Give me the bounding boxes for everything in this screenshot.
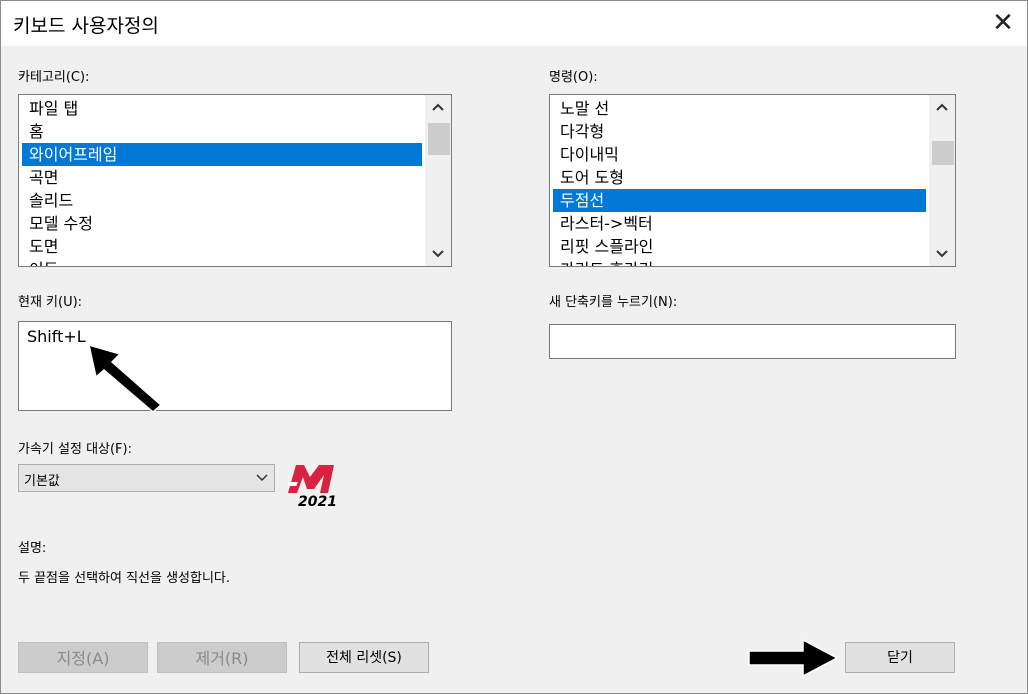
title-bar: 키보드 사용자정의 ✕: [1, 1, 1027, 46]
annotation-arrow-icon: [87, 343, 163, 413]
command-items: 노말 선 다각형 다이내믹 도어 도형 두점선 라스터->벡터 리핏 스플라인 …: [553, 97, 926, 266]
current-key-value: Shift+L: [27, 327, 86, 346]
category-item[interactable]: 곡면: [22, 166, 422, 189]
reset-all-button[interactable]: 전체 리셋(S): [299, 642, 429, 673]
category-item[interactable]: 도면: [22, 235, 422, 258]
command-item[interactable]: 라스터->벡터: [553, 212, 926, 235]
category-items: 파일 탭 홈 와이어프레임 곡면 솔리드 모델 수정 도면 이동: [22, 97, 422, 266]
new-shortcut-input[interactable]: [549, 324, 956, 359]
command-listbox[interactable]: 노말 선 다각형 다이내믹 도어 도형 두점선 라스터->벡터 리핏 스플라인 …: [549, 94, 956, 267]
command-scroll-thumb[interactable]: [932, 141, 954, 165]
chevron-down-icon: [256, 474, 268, 482]
command-scrollbar[interactable]: [929, 95, 955, 266]
command-item[interactable]: 다이내믹: [553, 143, 926, 166]
category-item-selected[interactable]: 와이어프레임: [22, 143, 422, 166]
current-key-label: 현재 키(U):: [18, 295, 83, 310]
command-item[interactable]: 가리드 후라리: [553, 258, 926, 266]
accelerator-label: 가속기 설정 대상(F):: [18, 442, 132, 457]
category-scroll-thumb[interactable]: [428, 123, 450, 155]
category-item[interactable]: 파일 탭: [22, 97, 422, 120]
scroll-up-icon[interactable]: [929, 95, 955, 119]
scroll-down-icon[interactable]: [929, 242, 955, 266]
category-item[interactable]: 홈: [22, 120, 422, 143]
annotation-arrow-icon: [748, 639, 839, 677]
accelerator-selected: 기본값: [24, 474, 60, 489]
command-item-selected[interactable]: 두점선: [553, 189, 926, 212]
new-shortcut-label: 새 단축키를 누르기(N):: [549, 295, 678, 310]
category-listbox[interactable]: 파일 탭 홈 와이어프레임 곡면 솔리드 모델 수정 도면 이동: [18, 94, 452, 267]
dialog-title: 키보드 사용자정의: [13, 15, 159, 37]
app-logo: 2021: [282, 465, 337, 515]
assign-button[interactable]: 지정(A): [18, 642, 148, 673]
category-item[interactable]: 솔리드: [22, 189, 422, 212]
m-logo-icon: [282, 465, 334, 493]
description-label: 설명:: [18, 541, 47, 556]
scroll-up-icon[interactable]: [425, 95, 451, 119]
keyboard-customize-dialog: 키보드 사용자정의 ✕ 카테고리(C): 파일 탭 홈 와이어프레임 곡면 솔리…: [0, 0, 1028, 694]
command-item[interactable]: 리핏 스플라인: [553, 235, 926, 258]
close-button[interactable]: 닫기: [845, 642, 955, 673]
accelerator-select[interactable]: 기본값: [18, 464, 275, 492]
category-item[interactable]: 모델 수정: [22, 212, 422, 235]
command-item[interactable]: 다각형: [553, 120, 926, 143]
current-key-box[interactable]: Shift+L: [18, 321, 452, 411]
category-label: 카테고리(C):: [18, 70, 90, 85]
logo-year: 2021: [298, 494, 337, 510]
category-item[interactable]: 이동: [22, 258, 422, 266]
command-item[interactable]: 노말 선: [553, 97, 926, 120]
close-icon[interactable]: ✕: [991, 9, 1015, 37]
command-label: 명령(O):: [549, 70, 598, 85]
command-item[interactable]: 도어 도형: [553, 166, 926, 189]
scroll-down-icon[interactable]: [425, 242, 451, 266]
description-text: 두 끝점을 선택하여 직선을 생성합니다.: [18, 571, 231, 586]
remove-button[interactable]: 제거(R): [157, 642, 287, 673]
category-scrollbar[interactable]: [425, 95, 451, 266]
